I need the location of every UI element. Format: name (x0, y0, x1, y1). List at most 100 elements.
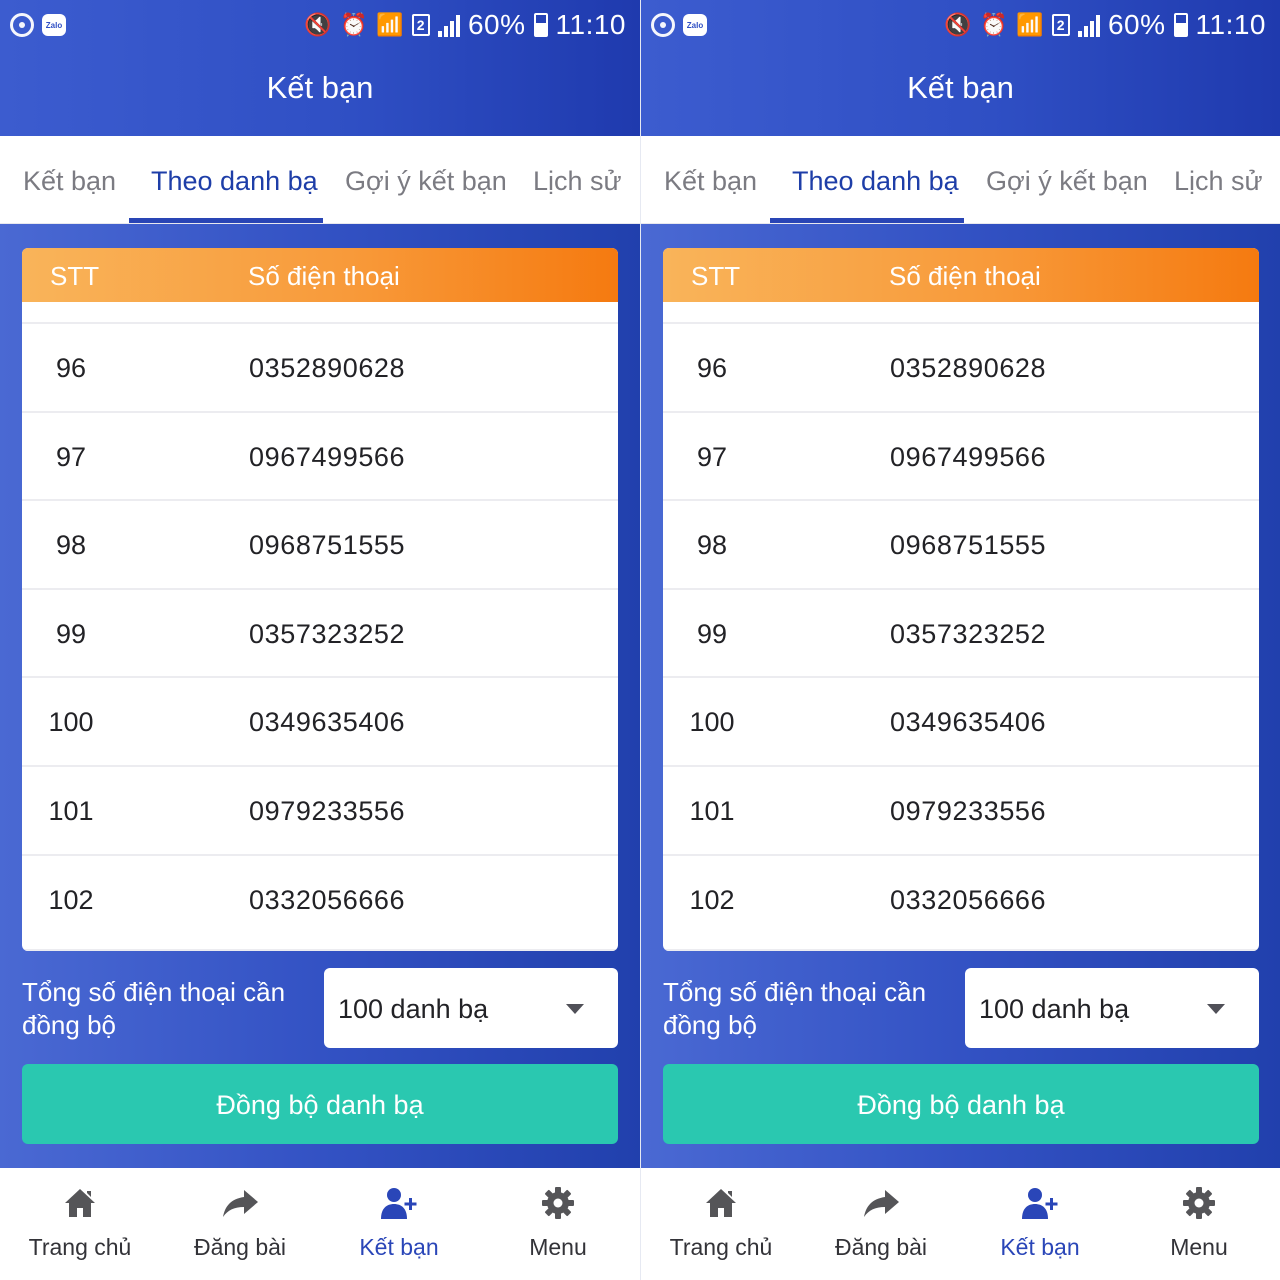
row-stt: 96 (696, 353, 728, 383)
share-icon (160, 1186, 320, 1224)
nav-label: Trang chủ (28, 1234, 132, 1260)
phone-screen-left: Zalo 🔇 ⏰ 📶 2 60% 11:10 Kết bạn Kết bạn T… (0, 0, 640, 1280)
tab-lich-su[interactable]: Lịch sử (533, 136, 622, 224)
nav-item-dang-bai[interactable]: Đăng bài (801, 1168, 961, 1280)
tab-bar: Kết bạn Theo danh bạ Gợi ý kết bạn Lịch … (641, 136, 1280, 224)
sync-count-value: 100 danh bạ (979, 994, 1130, 1024)
nav-label: Kết bạn (359, 1234, 439, 1260)
row-phone: 0332056666 (890, 884, 1047, 915)
table-bottom-divider (663, 949, 1259, 951)
table-row: 101 0979233556 (663, 764, 1259, 854)
row-stt: 98 (55, 530, 87, 561)
tab-theo-danh-ba[interactable]: Theo danh bạ (792, 136, 959, 224)
row-phone: 0349635406 (890, 707, 1047, 738)
app-header: Zalo 🔇 ⏰ 📶 2 60% 11:10 Kết bạn (641, 0, 1280, 136)
nav-item-dang-bai[interactable]: Đăng bài (160, 1168, 320, 1280)
table-row: 102 0332056666 (22, 853, 618, 943)
tab-ket-ban[interactable]: Kết bạn (664, 136, 757, 224)
row-stt: 100 (689, 707, 735, 738)
contacts-table: STT Số điện thoại 96 0352890628 97 09674… (663, 248, 1259, 951)
table-row: 96 0352890628 (663, 322, 1259, 411)
tab-goi-y-ket-ban[interactable]: Gợi ý kết bạn (345, 136, 507, 224)
table-row: 99 0357323252 (22, 587, 618, 677)
battery-percent: 60% (467, 9, 526, 40)
sim-slot-icon: 2 (411, 14, 430, 36)
nav-item-menu[interactable]: Menu (478, 1168, 638, 1280)
bottom-navigation: Trang chủ Đăng bài Kết bạn Menu (0, 1168, 640, 1280)
main-content: STT Số điện thoại 96 0352890628 97 09674… (641, 224, 1280, 1168)
table-row: 96 0352890628 (22, 322, 618, 411)
row-stt: 100 (48, 707, 94, 738)
row-stt: 101 (689, 795, 735, 826)
row-stt: 102 (48, 884, 94, 915)
table-header: STT Số điện thoại (663, 248, 1259, 302)
tab-ket-ban[interactable]: Kết bạn (23, 136, 116, 224)
row-stt: 102 (689, 884, 735, 915)
row-stt: 101 (48, 795, 94, 826)
signal-icon (1077, 13, 1100, 37)
add-friend-icon (319, 1186, 479, 1224)
phone-screen-right: Zalo 🔇 ⏰ 📶 2 60% 11:10 Kết bạn Kết bạn T… (641, 0, 1280, 1280)
chevron-down-icon (566, 1004, 584, 1014)
page-title: Kết bạn (907, 70, 1014, 105)
nav-label: Đăng bài (193, 1234, 287, 1260)
table-row: 97 0967499566 (22, 410, 618, 500)
sync-contacts-button[interactable]: Đồng bộ danh bạ (22, 1064, 618, 1144)
share-icon (801, 1186, 961, 1224)
battery-icon (1173, 13, 1188, 37)
table-row: 101 0979233556 (22, 764, 618, 854)
nav-item-ket-ban[interactable]: Kết bạn (319, 1168, 479, 1280)
column-header-phone: Số điện thoại (248, 261, 400, 291)
table-row: 102 0332056666 (663, 853, 1259, 943)
zalo-notification-icon: Zalo (42, 14, 66, 36)
alarm-icon: ⏰ (340, 12, 369, 37)
nav-label: Menu (529, 1234, 587, 1260)
sync-count-select[interactable]: 100 danh bạ (324, 968, 618, 1048)
table-body[interactable]: 96 0352890628 97 0967499566 98 096875155… (22, 322, 618, 942)
sync-count-select[interactable]: 100 danh bạ (965, 968, 1259, 1048)
sync-count-label: Tổng số điện thoại cần đồng bộ (663, 977, 927, 1040)
row-phone: 0968751555 (890, 530, 1047, 561)
table-row: 98 0968751555 (663, 499, 1259, 588)
app-header: Zalo 🔇 ⏰ 📶 2 60% 11:10 Kết bạn (0, 0, 640, 136)
sim-slot-icon: 2 (1051, 14, 1070, 36)
sync-status-icon (10, 13, 34, 37)
sync-count-value: 100 danh bạ (338, 994, 489, 1024)
home-icon (641, 1186, 801, 1224)
column-header-stt: STT (50, 261, 100, 291)
tab-goi-y-ket-ban[interactable]: Gợi ý kết bạn (986, 136, 1148, 224)
status-bar: Zalo 🔇 ⏰ 📶 2 60% 11:10 (641, 0, 1280, 50)
status-bar: Zalo 🔇 ⏰ 📶 2 60% 11:10 (0, 0, 640, 50)
sync-contacts-button[interactable]: Đồng bộ danh bạ (663, 1064, 1259, 1144)
table-bottom-divider (22, 949, 618, 951)
chevron-down-icon (1207, 1004, 1225, 1014)
nav-label: Kết bạn (1000, 1234, 1080, 1260)
table-row: 100 0349635406 (22, 676, 618, 765)
gear-icon (1119, 1186, 1279, 1224)
clock: 11:10 (555, 9, 626, 40)
nav-label: Đăng bài (834, 1234, 928, 1260)
row-phone: 0349635406 (249, 707, 406, 738)
gear-icon (478, 1186, 638, 1224)
table-body[interactable]: 96 0352890628 97 0967499566 98 096875155… (663, 322, 1259, 942)
row-stt: 97 (55, 441, 87, 472)
table-row: 98 0968751555 (22, 499, 618, 588)
tab-theo-danh-ba[interactable]: Theo danh bạ (151, 136, 318, 224)
signal-icon (437, 13, 460, 37)
add-friend-icon (960, 1186, 1120, 1224)
nav-item-ket-ban[interactable]: Kết bạn (960, 1168, 1120, 1280)
sync-count-label: Tổng số điện thoại cần đồng bộ (22, 977, 286, 1040)
nav-item-trang-chu[interactable]: Trang chủ (641, 1168, 801, 1280)
tab-lich-su[interactable]: Lịch sử (1174, 136, 1263, 224)
wifi-icon: 📶 (1016, 12, 1044, 37)
mute-icon: 🔇 (304, 12, 333, 37)
sync-status-icon (651, 13, 675, 37)
nav-item-menu[interactable]: Menu (1119, 1168, 1279, 1280)
column-header-phone: Số điện thoại (889, 261, 1041, 291)
page-title: Kết bạn (266, 70, 374, 105)
row-stt: 97 (696, 441, 728, 472)
active-tab-indicator (770, 218, 964, 223)
nav-item-trang-chu[interactable]: Trang chủ (0, 1168, 160, 1280)
row-phone: 0332056666 (249, 884, 406, 915)
row-phone: 0979233556 (890, 795, 1047, 826)
